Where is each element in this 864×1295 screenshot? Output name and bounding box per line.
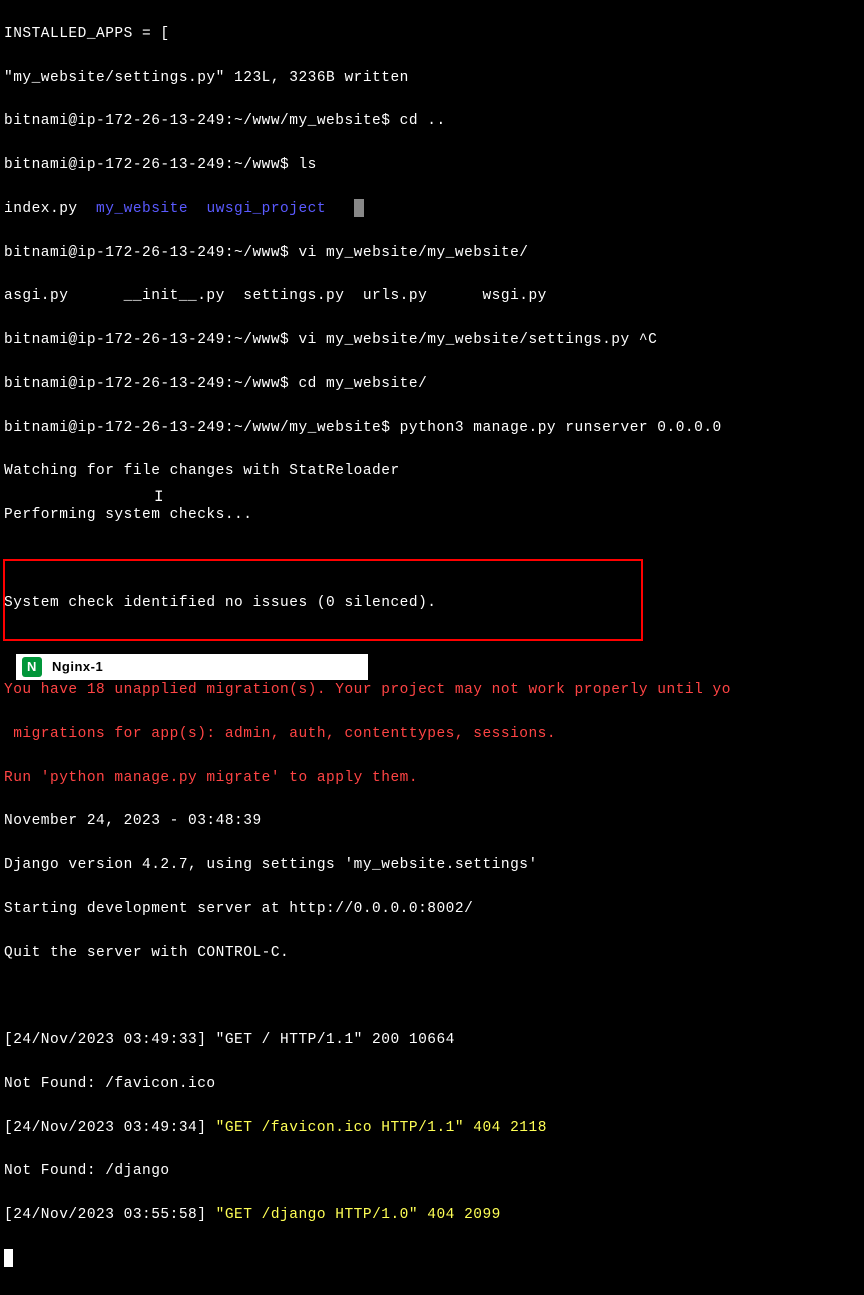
taskbar-item[interactable]: Nginx-1 xyxy=(16,654,368,680)
django-output: Starting development server at http://0.… xyxy=(4,899,860,921)
terminal-output[interactable]: INSTALLED_APPS = [ "my_website/settings.… xyxy=(0,0,864,1295)
request-log: [24/Nov/2023 03:49:33] "GET / HTTP/1.1" … xyxy=(4,1030,860,1052)
django-output: Watching for file changes with StatReloa… xyxy=(4,461,860,483)
terminal-cursor xyxy=(4,1249,13,1267)
request-log: [24/Nov/2023 03:49:34] "GET /favicon.ico… xyxy=(4,1118,860,1140)
ls-output: index.py my_website uwsgi_project xyxy=(4,199,860,221)
django-output: System check identified no issues (0 sil… xyxy=(4,593,860,615)
vim-status: "my_website/settings.py" 123L, 3236B wri… xyxy=(4,68,860,90)
request-log: Not Found: /favicon.ico xyxy=(4,1074,860,1096)
nginx-icon xyxy=(22,657,42,677)
prompt-line: bitnami@ip-172-26-13-249:~/www$ vi my_we… xyxy=(4,243,860,265)
request-log: Not Found: /django xyxy=(4,1161,860,1183)
file-list: asgi.py __init__.py settings.py urls.py … xyxy=(4,286,860,308)
cursor-marker xyxy=(354,199,364,217)
blank-line xyxy=(4,986,860,1008)
django-output: Django version 4.2.7, using settings 'my… xyxy=(4,855,860,877)
django-output: November 24, 2023 - 03:48:39 xyxy=(4,811,860,833)
prompt-line: bitnami@ip-172-26-13-249:~/www/my_websit… xyxy=(4,418,860,440)
django-output: Performing system checks... xyxy=(4,505,860,527)
warning-line: You have 18 unapplied migration(s). Your… xyxy=(4,680,860,702)
taskbar-label: Nginx-1 xyxy=(52,657,103,677)
prompt-line: bitnami@ip-172-26-13-249:~/www$ cd my_we… xyxy=(4,374,860,396)
warning-line: Run 'python manage.py migrate' to apply … xyxy=(4,768,860,790)
prompt-line: bitnami@ip-172-26-13-249:~/www$ vi my_we… xyxy=(4,330,860,352)
prompt-line: bitnami@ip-172-26-13-249:~/www/my_websit… xyxy=(4,111,860,133)
warning-line: migrations for app(s): admin, auth, cont… xyxy=(4,724,860,746)
prompt-line: bitnami@ip-172-26-13-249:~/www$ ls xyxy=(4,155,860,177)
blank-line xyxy=(4,549,860,571)
cursor-line xyxy=(4,1249,860,1271)
request-log: [24/Nov/2023 03:55:58] "GET /django HTTP… xyxy=(4,1205,860,1227)
django-output: Quit the server with CONTROL-C. xyxy=(4,943,860,965)
code-line: INSTALLED_APPS = [ xyxy=(4,24,860,46)
